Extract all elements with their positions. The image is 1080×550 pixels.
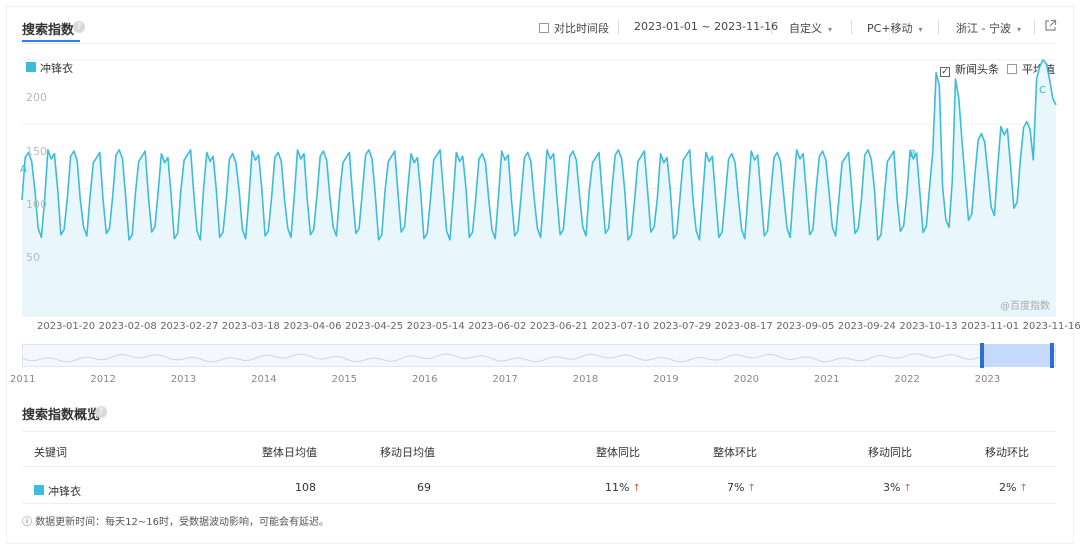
timeline-selection[interactable] — [981, 344, 1054, 367]
column-header-mobile-avg: 移动日均值 — [380, 446, 435, 459]
y-tick-label: 200 — [26, 91, 47, 104]
table-top-rule — [22, 431, 1056, 432]
timeline-year-label: 2014 — [251, 374, 277, 385]
timeline-year-label: 2013 — [170, 374, 197, 385]
row-mobile-yoy-value: 3% — [883, 481, 901, 494]
x-tick-label: 2023-09-05 — [776, 321, 835, 332]
row-overall-yoy: 11% ↑ — [605, 481, 641, 494]
row-overall-avg: 108 — [295, 481, 316, 494]
column-header-overall-yoy: 整体同比 — [596, 446, 640, 459]
help-icon[interactable]: ? — [95, 406, 107, 418]
x-tick-label: 2023-02-27 — [160, 321, 219, 332]
x-tick-label: 2023-04-06 — [283, 321, 342, 332]
table-header-rule — [22, 466, 1056, 467]
column-header-mobile-mom: 移动环比 — [985, 446, 1029, 459]
timeline-year-label: 2021 — [814, 374, 840, 385]
x-tick-label: 2023-04-25 — [345, 321, 404, 332]
arrow-up-icon: ↑ — [632, 483, 641, 494]
row-overall-mom: 7% ↑ — [727, 481, 756, 494]
timeline-year-label: 2017 — [492, 374, 518, 385]
timeline-year-label: 2022 — [894, 374, 920, 385]
timeline-year-label: 2012 — [90, 374, 116, 385]
timeline-year-label: 2011 — [10, 374, 36, 385]
footnote-text: 数据更新时间：每天12~16时，受数据波动影响，可能会有延迟。 — [35, 517, 330, 528]
x-tick-label: 2023-08-17 — [714, 321, 773, 332]
row-overall-mom-value: 7% — [727, 481, 745, 494]
table-bottom-rule — [22, 503, 1056, 504]
series-line — [21, 59, 1057, 241]
watermark: @百度指数 — [1000, 301, 1050, 312]
x-tick-label: 2023-02-08 — [98, 321, 157, 332]
timeline-year-label: 2023 — [974, 374, 1001, 385]
search-index-chart[interactable] — [0, 0, 1080, 340]
row-mobile-mom: 2% ↑ — [999, 481, 1028, 494]
annotation-marker[interactable]: A — [20, 164, 27, 175]
annotation-marker[interactable]: B — [909, 149, 916, 160]
row-mobile-avg: 69 — [417, 481, 431, 494]
x-tick-label: 2023-07-10 — [591, 321, 650, 332]
x-tick-label: 2023-11-01 — [961, 321, 1020, 332]
x-tick-label: 2023-11-16 — [1022, 321, 1080, 332]
x-tick-label: 2023-03-18 — [221, 321, 280, 332]
x-tick-label: 2023-05-14 — [406, 321, 465, 332]
selection-handle-left[interactable] — [980, 343, 984, 368]
row-swatch — [34, 485, 44, 495]
x-tick-label: 2023-09-24 — [837, 321, 896, 332]
column-header-mobile-yoy: 移动同比 — [868, 446, 912, 459]
row-overall-yoy-value: 11% — [605, 481, 630, 494]
overview-title: 搜索指数概览 — [22, 408, 101, 423]
timeline-year-label: 2019 — [653, 374, 679, 385]
arrow-up-icon: ↑ — [903, 483, 912, 494]
info-icon: ⓘ — [22, 517, 36, 528]
column-header-overall-mom: 整体环比 — [713, 446, 757, 459]
y-tick-label: 50 — [26, 251, 40, 264]
timeline-year-label: 2020 — [733, 374, 760, 385]
x-tick-label: 2023-10-13 — [899, 321, 958, 332]
annotation-marker[interactable]: C — [1039, 85, 1046, 96]
update-footnote: ⓘ 数据更新时间：每天12~16时，受数据波动影响，可能会有延迟。 — [22, 513, 329, 528]
timeline-year-label: 2015 — [331, 374, 358, 385]
column-header-overall-avg: 整体日均值 — [262, 446, 317, 459]
y-tick-label: 150 — [26, 145, 47, 158]
timeline-year-label: 2018 — [572, 374, 599, 385]
column-header-keyword: 关键词 — [34, 446, 67, 459]
row-keyword: 冲锋衣 — [48, 485, 81, 498]
timeline-year-label: 2016 — [412, 374, 438, 385]
x-tick-label: 2023-01-20 — [37, 321, 96, 332]
arrow-up-icon: ↑ — [1019, 483, 1028, 494]
arrow-up-icon: ↑ — [747, 483, 756, 494]
timeline-overview-sparkline — [22, 349, 1056, 363]
row-mobile-yoy: 3% ↑ — [883, 481, 912, 494]
row-mobile-mom-value: 2% — [999, 481, 1017, 494]
x-tick-label: 2023-06-02 — [468, 321, 527, 332]
selection-handle-right[interactable] — [1050, 343, 1054, 368]
y-tick-label: 100 — [26, 198, 47, 211]
x-tick-label: 2023-07-29 — [653, 321, 712, 332]
x-tick-label: 2023-06-21 — [529, 321, 588, 332]
